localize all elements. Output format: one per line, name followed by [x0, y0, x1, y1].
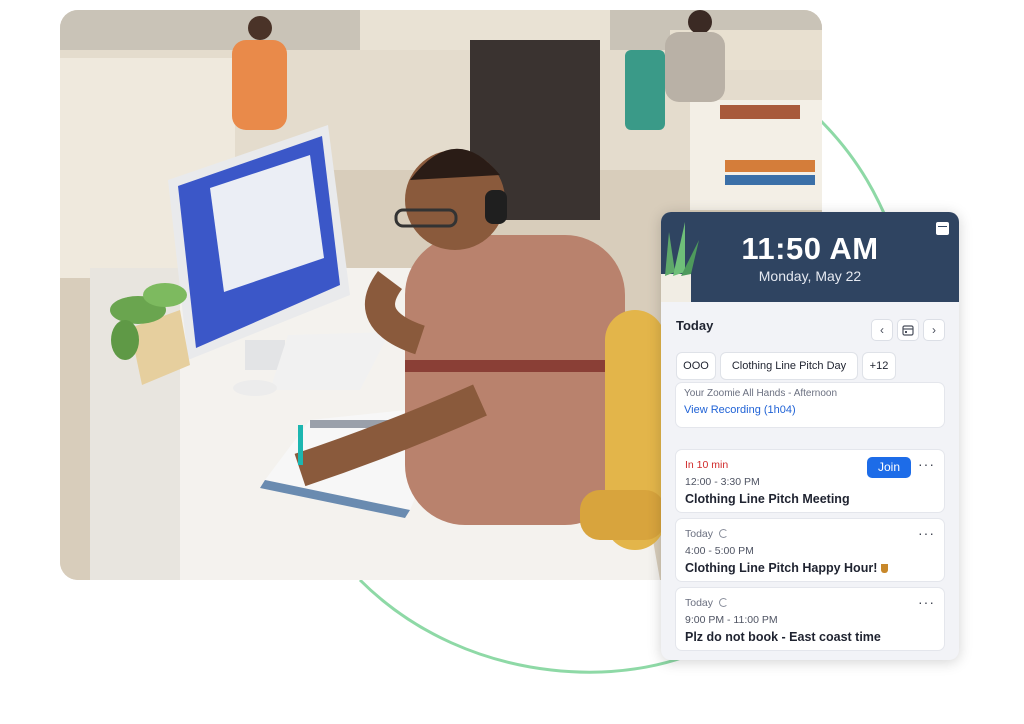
event-status: In 10 min — [685, 459, 729, 471]
event-time: 9:00 PM - 11:00 PM — [685, 614, 778, 626]
event-title: Plz do not book - East coast time — [685, 630, 881, 644]
event-time: 4:00 - 5:00 PM — [685, 545, 754, 557]
event-time: 12:00 - 3:30 PM — [685, 476, 760, 488]
event-status: Today — [685, 597, 714, 609]
chevron-right-icon: › — [932, 323, 936, 337]
chip-all-day-event[interactable]: Clothing Line Pitch Day — [720, 352, 858, 380]
chevron-left-icon: ‹ — [880, 323, 884, 337]
event-card[interactable]: Today ··· 4:00 - 5:00 PM Clothing Line P… — [675, 518, 945, 582]
current-date: Monday, May 22 — [758, 268, 862, 284]
event-status: Today — [685, 528, 714, 540]
calendar-picker-button[interactable] — [897, 319, 919, 341]
chip-ooo[interactable]: OOO — [676, 352, 716, 380]
event-card[interactable]: In 10 min Join ··· 12:00 - 3:30 PM Cloth… — [675, 449, 945, 513]
view-recording-link[interactable]: View Recording (1h04) — [684, 404, 796, 416]
event-card-partial[interactable]: Your Zoomie All Hands - Afternoon View R… — [675, 382, 945, 428]
calendar-icon — [902, 325, 914, 336]
previous-day-button[interactable]: ‹ — [871, 319, 893, 341]
event-card[interactable]: Today ··· 9:00 PM - 11:00 PM Plz do not … — [675, 587, 945, 651]
current-time: 11:50 AM — [741, 231, 879, 266]
calendar-widget: 11:50 AM Monday, May 22 Today ‹ › OOO Cl… — [661, 212, 959, 660]
event-title: Clothing Line Pitch Happy Hour! — [685, 561, 878, 575]
join-button[interactable]: Join — [867, 457, 911, 478]
clock-header: 11:50 AM Monday, May 22 — [661, 212, 959, 302]
event-title-row: Clothing Line Pitch Happy Hour! — [685, 561, 889, 575]
next-day-button[interactable]: › — [923, 319, 945, 341]
recurring-icon — [719, 529, 729, 538]
event-status-row: Today — [685, 528, 729, 540]
drink-emoji-icon — [881, 564, 889, 573]
event-title: Your Zoomie All Hands - Afternoon — [684, 388, 838, 399]
recurring-icon — [719, 598, 729, 607]
event-status-row: Today — [685, 597, 729, 609]
more-options-icon[interactable]: ··· — [918, 525, 935, 541]
chip-more-events[interactable]: +12 — [862, 352, 896, 380]
more-options-icon[interactable]: ··· — [918, 594, 935, 610]
calendar-icon[interactable] — [936, 222, 949, 235]
event-title: Clothing Line Pitch Meeting — [685, 492, 850, 506]
today-label: Today — [676, 318, 714, 333]
more-options-icon[interactable]: ··· — [918, 456, 935, 472]
